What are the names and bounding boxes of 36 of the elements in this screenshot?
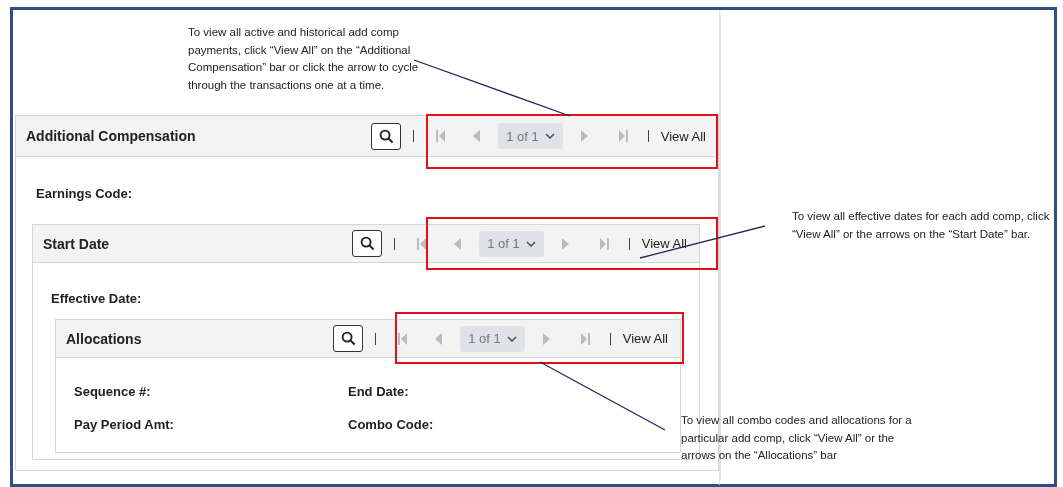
view-all-link[interactable]: View All xyxy=(641,236,687,251)
callout-text: To view all combo codes and allocations for a particular add comp, click “View All” or the arrows on the “Allocations” bar xyxy=(681,413,913,463)
next-icon[interactable] xyxy=(561,237,569,250)
field-label: Pay Period Amt: xyxy=(74,417,175,432)
section-title: Additional Compensation xyxy=(26,128,196,144)
section-title: Allocations xyxy=(66,330,142,347)
field-label: Effective Date: xyxy=(51,291,142,306)
page-dropdown[interactable]: 1 of 1 xyxy=(460,325,525,352)
page-dropdown[interactable]: 1 of 1 xyxy=(498,123,563,149)
previous-icon[interactable] xyxy=(435,332,443,345)
next-icon[interactable] xyxy=(580,130,588,142)
field-label: Earnings Code: xyxy=(36,186,133,201)
field-label: Combo Code: xyxy=(348,417,435,432)
page-dropdown[interactable]: 1 of 1 xyxy=(479,230,544,257)
chevron-down-icon xyxy=(506,335,517,342)
last-page-icon[interactable] xyxy=(598,237,609,250)
search-icon xyxy=(340,331,356,346)
last-page-icon[interactable] xyxy=(617,130,628,142)
chevron-down-icon xyxy=(544,133,555,139)
field-label: End Date: xyxy=(348,384,410,399)
search-icon xyxy=(359,236,375,251)
search-button[interactable] xyxy=(352,230,383,257)
previous-icon[interactable] xyxy=(473,130,481,142)
callout-text: To view all effective dates for each add comp, click “View All” or the arrows on the “Start Date” bar. xyxy=(792,209,1051,242)
view-all-link[interactable]: View All xyxy=(660,128,706,144)
search-button[interactable] xyxy=(333,325,364,352)
view-all-link[interactable]: View All xyxy=(622,331,668,346)
section-title: Start Date xyxy=(43,235,110,252)
next-icon[interactable] xyxy=(542,332,550,345)
search-icon xyxy=(378,128,394,144)
field-label: Sequence #: xyxy=(74,384,152,399)
previous-icon[interactable] xyxy=(454,237,462,250)
chevron-down-icon xyxy=(525,240,536,247)
search-button[interactable] xyxy=(371,122,402,150)
last-page-icon[interactable] xyxy=(579,332,590,345)
callout-text: To view all active and historical add comp payments, click “View All” on the “Additional Compensation” bar or click the arrow to cycle through the transactions one at a time. xyxy=(188,25,420,93)
